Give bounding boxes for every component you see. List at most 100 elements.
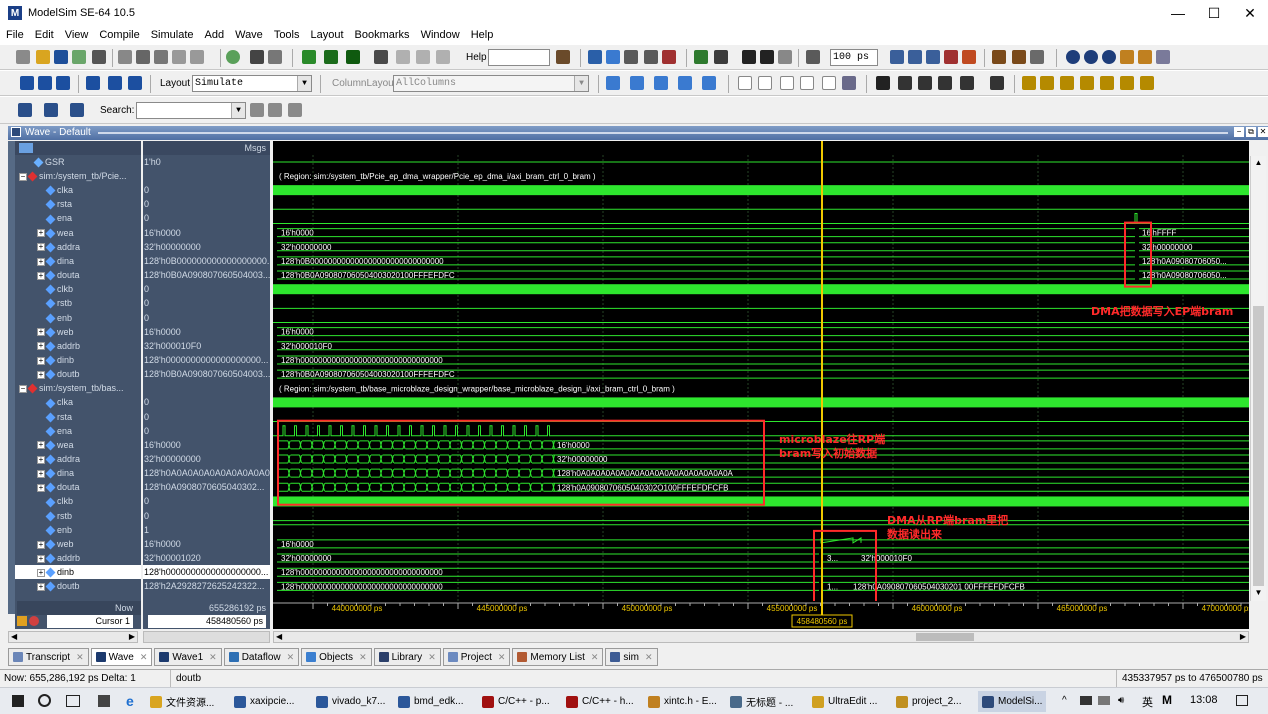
signal-name-row[interactable]: enb bbox=[15, 523, 141, 537]
tab-close-icon[interactable]: ✕ bbox=[359, 652, 367, 663]
reload-icon[interactable] bbox=[72, 50, 86, 64]
expand-icon[interactable]: + bbox=[37, 370, 45, 379]
cursor-label[interactable]: Cursor 1 bbox=[47, 615, 133, 628]
signal-group-row[interactable]: − sim:/system_tb/bas... bbox=[15, 381, 141, 395]
chevron-down-icon[interactable]: ▼ bbox=[297, 76, 311, 91]
wave-edge3-icon[interactable] bbox=[436, 50, 450, 64]
continue-run-icon[interactable] bbox=[908, 50, 922, 64]
zoom-range-icon[interactable] bbox=[1138, 50, 1152, 64]
menu-help[interactable]: Help bbox=[471, 29, 494, 41]
find-transition-icon[interactable] bbox=[654, 76, 668, 90]
sim-restart-icon[interactable] bbox=[588, 50, 602, 64]
signal-name-row[interactable]: + wea bbox=[15, 438, 141, 452]
pan-icon[interactable] bbox=[918, 76, 932, 90]
bus-split-icon[interactable] bbox=[960, 76, 974, 90]
signal-name-row[interactable]: clka bbox=[15, 183, 141, 197]
signal-name-row[interactable]: ena bbox=[15, 211, 141, 225]
wave-scroll-thumb[interactable] bbox=[916, 633, 974, 641]
expand-icon[interactable]: + bbox=[37, 229, 45, 238]
expand-icon[interactable]: + bbox=[37, 582, 45, 591]
find-transition2-icon[interactable] bbox=[678, 76, 692, 90]
wave-window-minimize-icon[interactable]: − bbox=[1234, 127, 1244, 137]
break-icon[interactable] bbox=[944, 50, 958, 64]
tab-close-icon[interactable]: ✕ bbox=[76, 652, 84, 663]
find-icon[interactable] bbox=[250, 50, 264, 64]
save-icon[interactable] bbox=[54, 50, 68, 64]
menu-wave[interactable]: Wave bbox=[235, 29, 263, 41]
dataflow7-icon[interactable] bbox=[1140, 76, 1154, 90]
layout-select[interactable]: Simulate ▼ bbox=[192, 75, 312, 92]
menu-edit[interactable]: Edit bbox=[35, 29, 54, 41]
taskbar-item[interactable]: project_2... bbox=[896, 691, 961, 712]
scroll-up-icon[interactable]: ▲ bbox=[1253, 158, 1264, 168]
tab-close-icon[interactable]: ✕ bbox=[209, 652, 217, 663]
wave-compare-icon[interactable] bbox=[842, 76, 856, 90]
radix3-icon[interactable] bbox=[780, 76, 794, 90]
expand-icon[interactable]: + bbox=[37, 257, 45, 266]
chevron-down-icon[interactable]: ▼ bbox=[574, 76, 588, 91]
print-icon[interactable] bbox=[92, 50, 106, 64]
wave-edge-icon[interactable] bbox=[396, 50, 410, 64]
menu-view[interactable]: View bbox=[65, 29, 89, 41]
taskbar-item[interactable]: C/C++ - p... bbox=[482, 691, 550, 712]
signal-name-row[interactable]: rsta bbox=[15, 410, 141, 424]
run-length-icon[interactable] bbox=[806, 50, 820, 64]
signal-name-row[interactable]: + addrb bbox=[15, 339, 141, 353]
taskbar-item[interactable]: 无标题 - ... bbox=[730, 691, 793, 712]
menu-add[interactable]: Add bbox=[205, 29, 225, 41]
column-layout-select[interactable]: AllColumns ▼ bbox=[393, 75, 589, 92]
close-icon[interactable]: ✕ bbox=[1232, 0, 1268, 26]
edge-icon[interactable]: e bbox=[126, 694, 140, 708]
signal-name-row[interactable]: rsta bbox=[15, 197, 141, 211]
menu-tools[interactable]: Tools bbox=[274, 29, 300, 41]
tab-close-icon[interactable]: ✕ bbox=[645, 652, 653, 663]
sim-stop-icon[interactable] bbox=[662, 50, 676, 64]
up-arrow-icon[interactable] bbox=[742, 50, 756, 64]
radix2-icon[interactable] bbox=[758, 76, 772, 90]
expand-icon[interactable]: + bbox=[37, 441, 45, 450]
signal-name-row[interactable]: + dina bbox=[15, 466, 141, 480]
signal-name-row[interactable]: + dinb bbox=[15, 565, 141, 580]
signal-name-row[interactable]: clka bbox=[15, 395, 141, 409]
network-icon[interactable] bbox=[1098, 696, 1110, 705]
new-file-icon[interactable] bbox=[16, 50, 30, 64]
stop-icon[interactable] bbox=[962, 50, 976, 64]
tab-wave1[interactable]: Wave1 ✕ bbox=[154, 648, 222, 666]
next-edge-icon[interactable] bbox=[606, 76, 620, 90]
task-view-icon[interactable] bbox=[66, 695, 80, 707]
tab-dataflow[interactable]: Dataflow ✕ bbox=[223, 648, 300, 666]
tab-close-icon[interactable]: ✕ bbox=[287, 652, 295, 663]
step-out-icon[interactable] bbox=[56, 76, 70, 90]
performance-icon[interactable] bbox=[1012, 50, 1026, 64]
paste-icon[interactable] bbox=[154, 50, 168, 64]
signal-name-row[interactable]: rstb bbox=[15, 296, 141, 310]
step-into-icon[interactable] bbox=[108, 76, 122, 90]
signal-name-row[interactable]: + web bbox=[15, 325, 141, 339]
run-all-icon[interactable] bbox=[926, 50, 940, 64]
expand-icon[interactable]: + bbox=[37, 554, 45, 563]
wave-edge2-icon[interactable] bbox=[416, 50, 430, 64]
volume-icon[interactable]: 🔊︎ bbox=[1118, 695, 1124, 706]
signal-name-row[interactable]: enb bbox=[15, 311, 141, 325]
left-arrow-icon[interactable] bbox=[760, 50, 774, 64]
tab-library[interactable]: Library ✕ bbox=[373, 648, 441, 666]
signal-name-row[interactable]: clkb bbox=[15, 494, 141, 508]
tab-wave[interactable]: Wave ✕ bbox=[90, 648, 153, 666]
wave-cursor-icon[interactable] bbox=[302, 50, 316, 64]
tray-arrow-icon[interactable]: ^ bbox=[1062, 695, 1067, 706]
values-horizontal-scrollbar[interactable] bbox=[143, 631, 270, 643]
zoom-mode-icon[interactable] bbox=[898, 76, 912, 90]
step-icon[interactable] bbox=[20, 76, 34, 90]
signal-name-row[interactable]: + web bbox=[15, 537, 141, 551]
scroll-thumb[interactable] bbox=[1253, 306, 1264, 586]
step-back-icon[interactable] bbox=[86, 76, 100, 90]
taskbar-item[interactable]: vivado_k7... bbox=[316, 691, 385, 712]
find-transition3-icon[interactable] bbox=[702, 76, 716, 90]
insert-cursor-icon[interactable] bbox=[990, 76, 1004, 90]
expand-icon[interactable]: + bbox=[37, 469, 45, 478]
expand-icon[interactable]: + bbox=[37, 483, 45, 492]
tab-close-icon[interactable]: ✕ bbox=[498, 652, 506, 663]
chevron-down-icon[interactable]: ▼ bbox=[231, 103, 245, 118]
bookmark-add-icon[interactable] bbox=[18, 103, 32, 117]
dataflow5-icon[interactable] bbox=[1100, 76, 1114, 90]
